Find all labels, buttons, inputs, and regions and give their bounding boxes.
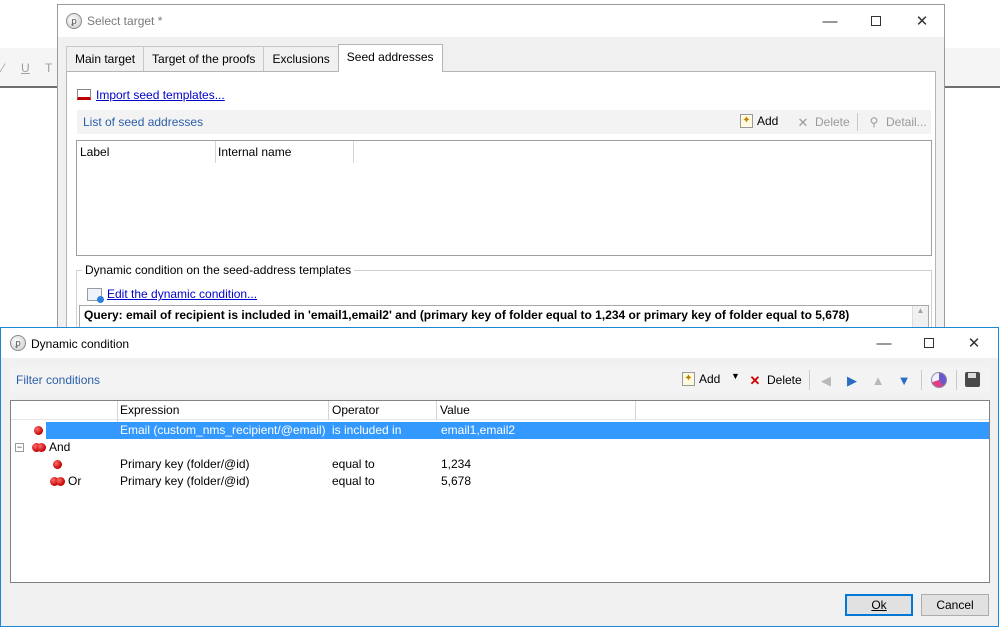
tab-exclusions[interactable]: Exclusions	[263, 46, 339, 72]
add-dropdown-arrow-icon[interactable]: ▼	[731, 371, 740, 381]
filter-conditions-title: Filter conditions	[16, 373, 101, 387]
condition-delete-button[interactable]: ✕ Delete	[747, 372, 802, 388]
select-target-titlebar: ꝑ Select target * — ✕	[58, 5, 944, 37]
close-button[interactable]: ✕	[899, 5, 945, 37]
delete-label: Delete	[815, 115, 850, 129]
column-value[interactable]: Value	[437, 401, 636, 420]
close-icon: ✕	[967, 335, 981, 352]
seed-detail-button[interactable]: ⚲ Detail...	[866, 114, 927, 130]
minimize-icon: —	[822, 12, 838, 30]
condition-add-button[interactable]: ✦ Add	[682, 372, 720, 386]
minimize-icon: —	[876, 334, 892, 352]
delete-icon: ✕	[749, 372, 761, 388]
collapse-icon[interactable]: −	[15, 443, 24, 452]
close-icon: ✕	[915, 13, 929, 30]
seed-address-list[interactable]: Label Internal name	[76, 140, 932, 256]
tab-target-of-proofs[interactable]: Target of the proofs	[143, 46, 265, 72]
column-expression[interactable]: Expression	[117, 401, 329, 420]
condition-expression: Email (custom_nms_recipient/@email)	[120, 423, 326, 437]
add-label: Add	[757, 114, 779, 128]
group-icon-second	[37, 443, 46, 452]
ok-label: Ok	[871, 598, 887, 612]
underline-icon[interactable]: U	[21, 61, 30, 75]
add-icon: ✦	[682, 372, 695, 386]
distribution-chart-icon[interactable]	[931, 372, 947, 388]
save-icon[interactable]	[965, 372, 980, 387]
import-seed-templates-link[interactable]: Import seed templates...	[96, 88, 225, 102]
condition-operator: equal to	[332, 474, 375, 488]
condition-row[interactable]: Or Primary key (folder/@id) equal to 5,6…	[11, 473, 989, 490]
toolbar-separator	[857, 113, 858, 131]
or-operator-label: Or	[68, 474, 82, 488]
delete-icon: ✕	[797, 114, 809, 130]
toolbar-separator	[956, 370, 957, 390]
move-down-icon[interactable]: ▼	[896, 372, 912, 388]
seed-delete-button[interactable]: ✕ Delete	[795, 114, 850, 130]
condition-value: email1,email2	[441, 423, 516, 437]
tab-seed-addresses[interactable]: Seed addresses	[337, 44, 443, 72]
condition-expression: Primary key (folder/@id)	[120, 474, 250, 488]
add-label: Add	[699, 372, 721, 386]
condition-group-row[interactable]: − And	[11, 439, 989, 456]
condition-expression: Primary key (folder/@id)	[120, 457, 250, 471]
condition-icon	[53, 460, 62, 469]
seed-addresses-panel: Import seed templates... List of seed ad…	[66, 71, 936, 341]
column-label[interactable]: Label	[77, 141, 216, 163]
cancel-button[interactable]: Cancel	[921, 594, 989, 616]
magnifier-icon: ⚲	[869, 115, 879, 129]
seed-list-header: List of seed addresses ✦ Add ✕ Delete ⚲ …	[77, 110, 931, 134]
italic-icon[interactable]: ⁄	[2, 61, 4, 75]
delete-label: Delete	[767, 373, 802, 387]
dialog-title: Select target *	[87, 14, 163, 28]
query-text: Query: email of recipient is included in…	[84, 308, 850, 322]
condition-icon	[34, 426, 43, 435]
condition-value: 5,678	[441, 474, 472, 488]
cancel-label: Cancel	[936, 598, 974, 612]
condition-value: 1,234	[441, 457, 472, 471]
minimize-button[interactable]: —	[807, 5, 853, 37]
column-internal-name[interactable]: Internal name	[215, 141, 354, 163]
condition-row[interactable]: Email (custom_nms_recipient/@email) is i…	[11, 422, 989, 439]
column-tree	[11, 401, 118, 423]
detail-label: Detail...	[886, 115, 927, 129]
filter-conditions-header: Filter conditions ✦ Add ▼ ✕ Delete ◀ ▶ ▲…	[10, 367, 990, 393]
toolbar-separator	[809, 370, 810, 390]
column-operator[interactable]: Operator	[329, 401, 437, 420]
dynamic-condition-titlebar: ꝑ Dynamic condition — ✕	[1, 328, 998, 358]
text-format-icon[interactable]: T	[45, 61, 52, 75]
edit-dynamic-condition-link[interactable]: Edit the dynamic condition...	[107, 287, 257, 301]
tab-bar: Main target Target of the proofs Exclusi…	[66, 44, 443, 72]
import-template-icon	[77, 89, 91, 100]
toolbar-separator	[921, 370, 922, 390]
condition-operator: is included in	[332, 423, 402, 437]
tree-header: Expression Operator Value	[11, 401, 989, 423]
condition-icon-second	[56, 477, 65, 486]
dialog-title: Dynamic condition	[31, 337, 130, 351]
ok-button[interactable]: Ok	[845, 594, 913, 616]
maximize-icon	[924, 338, 934, 348]
minimize-button[interactable]: —	[861, 327, 907, 359]
move-left-icon[interactable]: ◀	[818, 372, 834, 388]
seed-add-button[interactable]: ✦ Add	[740, 114, 778, 128]
maximize-button[interactable]	[906, 327, 952, 359]
add-icon: ✦	[740, 114, 753, 128]
move-up-icon[interactable]: ▲	[870, 372, 886, 388]
edit-condition-icon	[87, 288, 104, 303]
tab-main-target[interactable]: Main target	[66, 46, 145, 72]
select-target-dialog: ꝑ Select target * — ✕ Main target Target…	[57, 4, 945, 341]
maximize-button[interactable]	[853, 5, 899, 37]
app-icon: ꝑ	[66, 13, 82, 29]
seed-list-title: List of seed addresses	[83, 115, 204, 129]
maximize-icon	[871, 16, 881, 26]
app-icon: ꝑ	[10, 335, 26, 351]
group-operator-label: And	[49, 440, 71, 454]
condition-tree[interactable]: Expression Operator Value Email (custom_…	[10, 400, 990, 583]
group-title: Dynamic condition on the seed-address te…	[82, 263, 355, 277]
dynamic-condition-dialog: ꝑ Dynamic condition — ✕ Filter condition…	[0, 327, 999, 627]
condition-row[interactable]: Primary key (folder/@id) equal to 1,234	[11, 456, 989, 473]
condition-operator: equal to	[332, 457, 375, 471]
close-button[interactable]: ✕	[951, 327, 997, 359]
move-right-icon[interactable]: ▶	[844, 372, 860, 388]
